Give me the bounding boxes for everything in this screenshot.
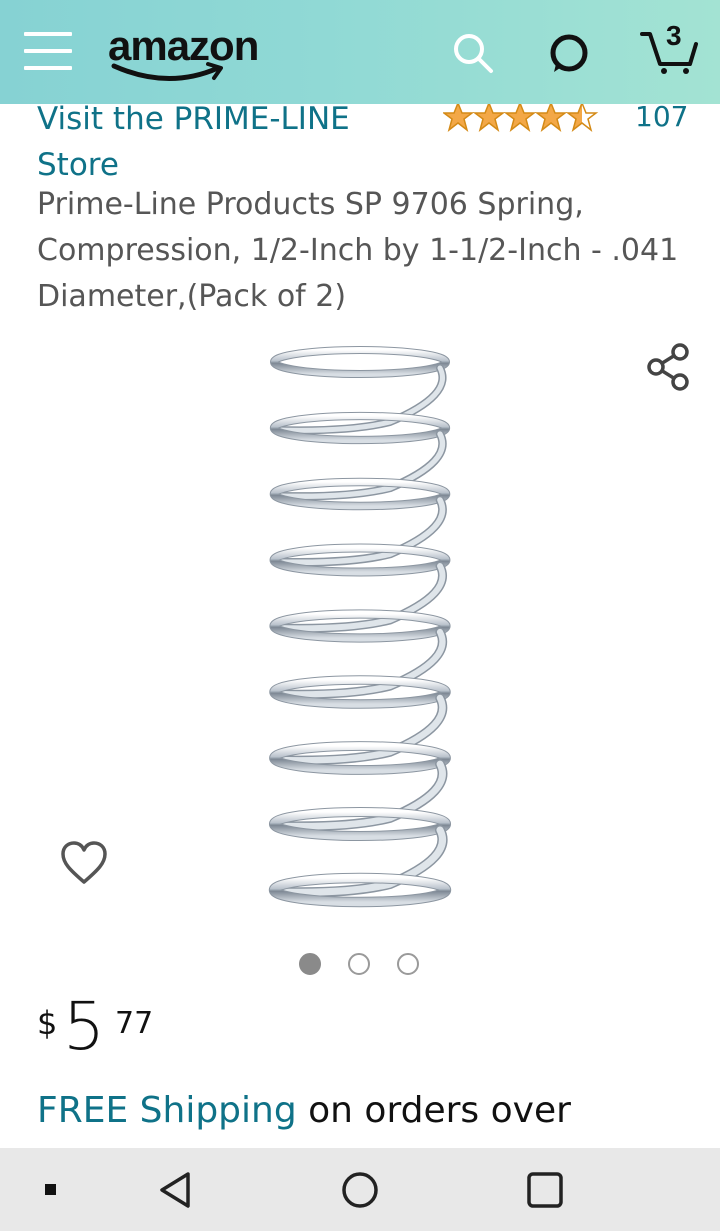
search-icon[interactable]: [452, 32, 494, 74]
share-icon[interactable]: [644, 342, 692, 392]
cart-icon[interactable]: 3: [640, 20, 700, 76]
star-icon: [534, 102, 568, 132]
free-shipping-link[interactable]: FREE Shipping: [37, 1090, 297, 1131]
alexa-icon[interactable]: [548, 32, 590, 74]
back-icon[interactable]: [156, 1170, 196, 1210]
top-app-bar: amazon 3: [0, 0, 720, 104]
price-whole: 5: [63, 988, 105, 1065]
overview-icon[interactable]: [525, 1170, 565, 1210]
menu-icon[interactable]: [24, 32, 72, 72]
carousel-dot-2[interactable]: [348, 953, 370, 975]
visit-store-link[interactable]: Visit the PRIME-LINE Store: [37, 96, 437, 188]
star-rating[interactable]: [443, 102, 599, 132]
cart-count-badge: 3: [666, 20, 682, 51]
heart-wishlist-icon[interactable]: [60, 840, 108, 886]
carousel-dot-3[interactable]: [397, 953, 419, 975]
recent-apps-dot-icon[interactable]: [45, 1184, 56, 1195]
logo-smile-icon: [111, 62, 223, 81]
image-carousel-dots: [299, 953, 429, 979]
product-title: Prime-Line Products SP 9706 Spring, Comp…: [37, 187, 679, 314]
shipping-info: FREE Shipping on orders over: [37, 1090, 571, 1131]
price-currency-symbol: $: [37, 1004, 58, 1042]
star-icon: [472, 102, 506, 132]
review-count-link[interactable]: 107: [635, 100, 688, 133]
star-icon: [503, 102, 537, 132]
price-fraction: 77: [115, 1006, 154, 1041]
product-image-spring[interactable]: [240, 332, 480, 920]
system-navigation-bar: [0, 1148, 720, 1231]
carousel-dot-1[interactable]: [299, 953, 321, 975]
half-star-icon: [565, 102, 599, 132]
shipping-rest-text: on orders over: [296, 1090, 571, 1131]
home-icon[interactable]: [340, 1170, 380, 1210]
amazon-logo[interactable]: amazon: [108, 22, 288, 84]
star-icon: [443, 102, 475, 132]
